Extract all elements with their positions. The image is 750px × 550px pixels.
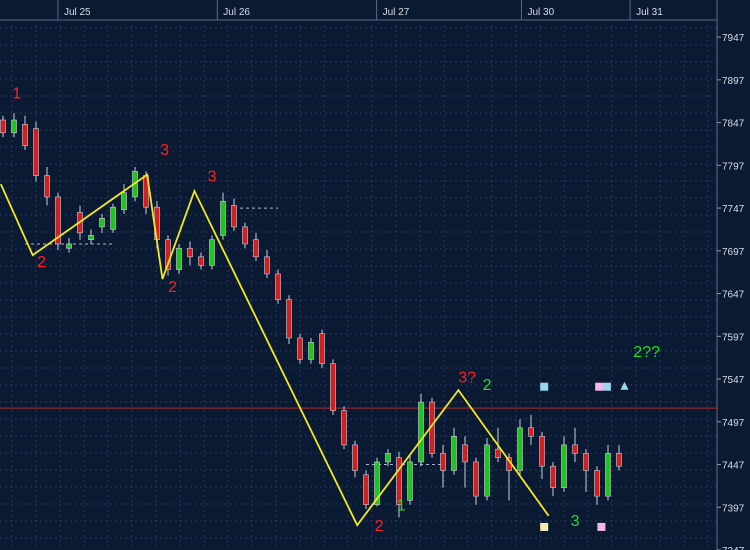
candle-body: [11, 119, 17, 134]
candle-body: [484, 444, 490, 497]
date-label: Jul 27: [383, 7, 410, 18]
wave-annotation: 2: [168, 279, 177, 296]
price-label: 7447: [722, 461, 745, 472]
candle-body: [451, 436, 457, 471]
price-label: 7747: [722, 204, 745, 215]
candle-body: [605, 453, 611, 497]
candle-body: [616, 453, 622, 467]
marker-square: [597, 522, 606, 531]
candle-body: [242, 226, 248, 245]
wave-annotation: 1: [12, 86, 21, 103]
price-label: 7797: [722, 161, 745, 172]
price-label: 7547: [722, 375, 745, 386]
candle-body: [33, 128, 39, 176]
candle-body: [385, 453, 391, 463]
date-label: Jul 26: [223, 7, 250, 18]
candle-body: [594, 470, 600, 497]
candle-body: [473, 461, 479, 497]
wave-annotation: 2: [37, 254, 46, 271]
candle-body: [550, 465, 556, 488]
candle-body: [110, 206, 116, 230]
candle-body: [88, 235, 94, 240]
marker-square: [595, 382, 604, 391]
marker-square: [540, 382, 549, 391]
price-label: 7497: [722, 418, 745, 429]
candle-body: [297, 337, 303, 360]
candle-body: [0, 119, 6, 134]
candle-body: [407, 461, 413, 501]
price-label: 7897: [722, 76, 745, 87]
candle-body: [99, 218, 105, 228]
candle-body: [264, 256, 270, 275]
candle-body: [198, 256, 204, 266]
candle-body: [187, 247, 193, 258]
candle-body: [583, 453, 589, 471]
price-label: 7647: [722, 290, 745, 301]
candle-body: [66, 243, 72, 249]
candle-body: [176, 247, 182, 270]
marker-square: [602, 382, 611, 391]
candle-body: [209, 239, 215, 266]
candle-body: [561, 444, 567, 488]
candle-body: [44, 175, 50, 198]
candle-body: [539, 436, 545, 467]
price-label: 7397: [722, 503, 745, 514]
candle-body: [220, 200, 226, 236]
wave-annotation: 2: [483, 377, 492, 394]
wave-annotation: 3: [571, 513, 580, 530]
wave-annotation: 3: [160, 142, 169, 159]
wave-annotation: 3: [208, 169, 217, 186]
candle-body: [572, 444, 578, 454]
price-chart: Jul 25 Jul 26 Jul 27 Jul 30 Jul 31 7947 7897 78…: [0, 0, 750, 550]
chart-canvas: Jul 25 Jul 26 Jul 27 Jul 30 Jul 31 7947 7897 78…: [0, 0, 750, 550]
candle-body: [418, 401, 424, 463]
candle-body: [319, 333, 325, 364]
price-label: 7597: [722, 332, 745, 343]
candle-body: [528, 427, 534, 437]
date-label: Jul 30: [527, 7, 554, 18]
candle-body: [462, 444, 468, 463]
candle-body: [363, 474, 369, 505]
candle-body: [253, 239, 259, 258]
candle-body: [440, 453, 446, 471]
price-label: 7697: [722, 247, 745, 258]
candle-body: [121, 192, 127, 211]
price-label: 7347: [722, 546, 745, 550]
wave-annotation: 3?: [458, 369, 476, 386]
wave-annotation: 1: [397, 498, 406, 515]
candle-body: [286, 299, 292, 339]
candle-body: [517, 427, 523, 471]
candle-body: [330, 363, 336, 411]
wave-annotation: 2: [375, 518, 384, 535]
candle-body: [275, 273, 281, 300]
marker-square: [540, 522, 549, 531]
wave-annotation: 2??: [633, 344, 660, 361]
candle-body: [341, 410, 347, 446]
candle-body: [352, 444, 358, 471]
price-label: 7847: [722, 119, 745, 130]
candle-body: [22, 123, 28, 146]
date-label: Jul 25: [64, 7, 91, 18]
price-label: 7947: [722, 33, 745, 44]
candle-body: [231, 205, 237, 228]
date-label: Jul 31: [636, 7, 663, 18]
candle-body: [308, 341, 314, 360]
candle-body: [495, 448, 501, 458]
